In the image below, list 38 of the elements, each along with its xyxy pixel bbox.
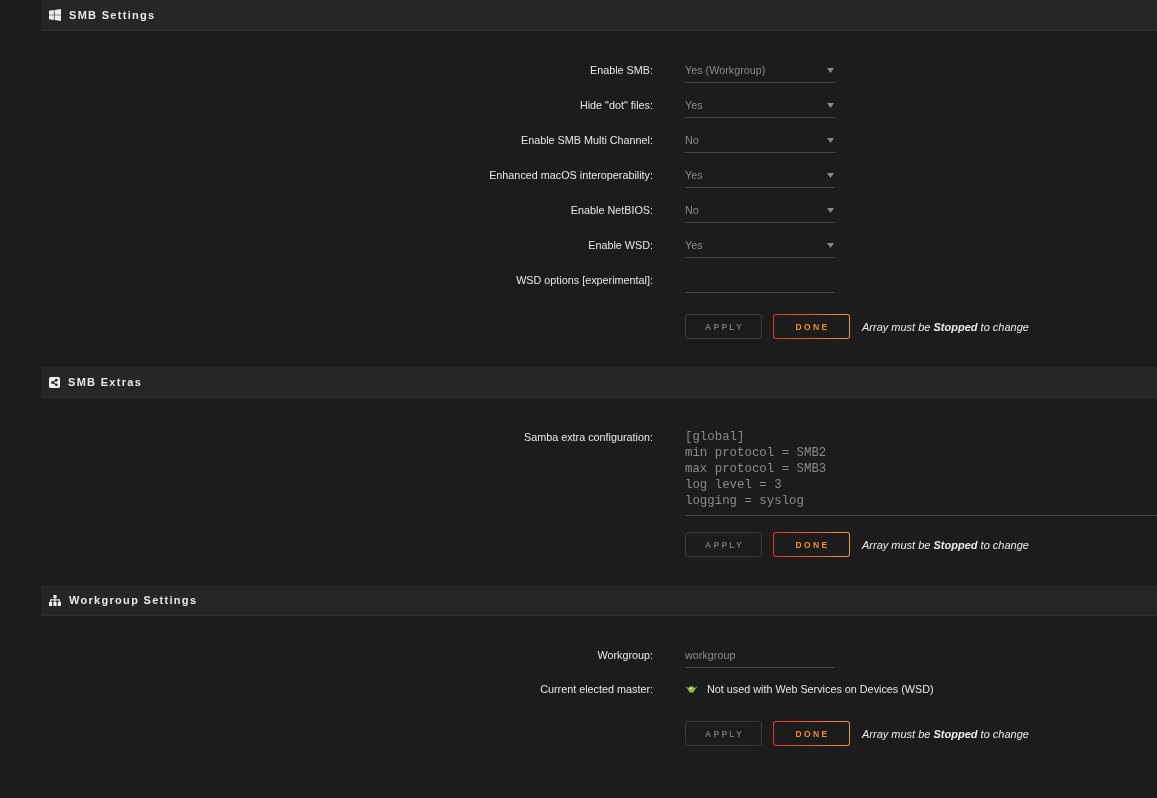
caret-icon — [827, 103, 834, 108]
note-text: Array must be Stopped to change — [862, 538, 1029, 551]
field-label: Current elected master: — [540, 682, 653, 697]
select-field[interactable]: Yes — [685, 162, 835, 188]
caret-icon — [827, 173, 834, 178]
select-field[interactable]: No — [685, 197, 835, 223]
caret-icon — [827, 208, 834, 213]
note-text: Array must be Stopped to change — [862, 320, 1029, 333]
field-label: Enable SMB Multi Channel: — [520, 133, 653, 148]
select-field[interactable]: No — [685, 127, 835, 153]
select-field[interactable]: Yes (Workgroup) — [685, 57, 835, 83]
input-field[interactable]: workgroup — [685, 642, 835, 668]
field-label: Enable NetBIOS: — [570, 203, 653, 218]
section-title: Workgroup Settings — [69, 594, 198, 606]
field-label: Enable SMB: — [590, 63, 653, 78]
caret-icon — [827, 138, 834, 143]
action-button[interactable]: DONE — [773, 314, 850, 339]
action-button[interactable]: DONE — [773, 532, 850, 557]
four-squares-icon — [49, 9, 61, 21]
section-title: SMB Settings — [69, 9, 156, 21]
section-title: SMB Extras — [68, 376, 143, 388]
field-label: Enhanced macOS interoperability: — [489, 168, 653, 183]
action-button[interactable]: DONE — [773, 721, 850, 746]
field-label: Enable WSD: — [588, 238, 653, 253]
caret-icon — [827, 243, 834, 248]
field-label: Hide "dot" files: — [579, 98, 653, 113]
status-text: Not used with Web Services on Devices (WSD) — [707, 682, 934, 697]
note-text: Array must be Stopped to change — [862, 727, 1029, 740]
select-field[interactable]: Yes — [685, 92, 835, 118]
caret-icon — [827, 68, 834, 73]
config-textarea[interactable]: [global] min protocol = SMB2 max protocol = SMB3 log level = 3 logging = syslog — [685, 424, 1157, 516]
field-label: WSD options [experimental]: — [516, 273, 653, 288]
field-label: Samba extra configuration: — [523, 430, 653, 445]
sitemap-icon — [49, 594, 61, 606]
share-icon — [49, 376, 60, 388]
orb-icon — [685, 685, 698, 693]
select-field[interactable]: Yes — [685, 232, 835, 258]
field-label: Workgroup: — [597, 648, 653, 663]
